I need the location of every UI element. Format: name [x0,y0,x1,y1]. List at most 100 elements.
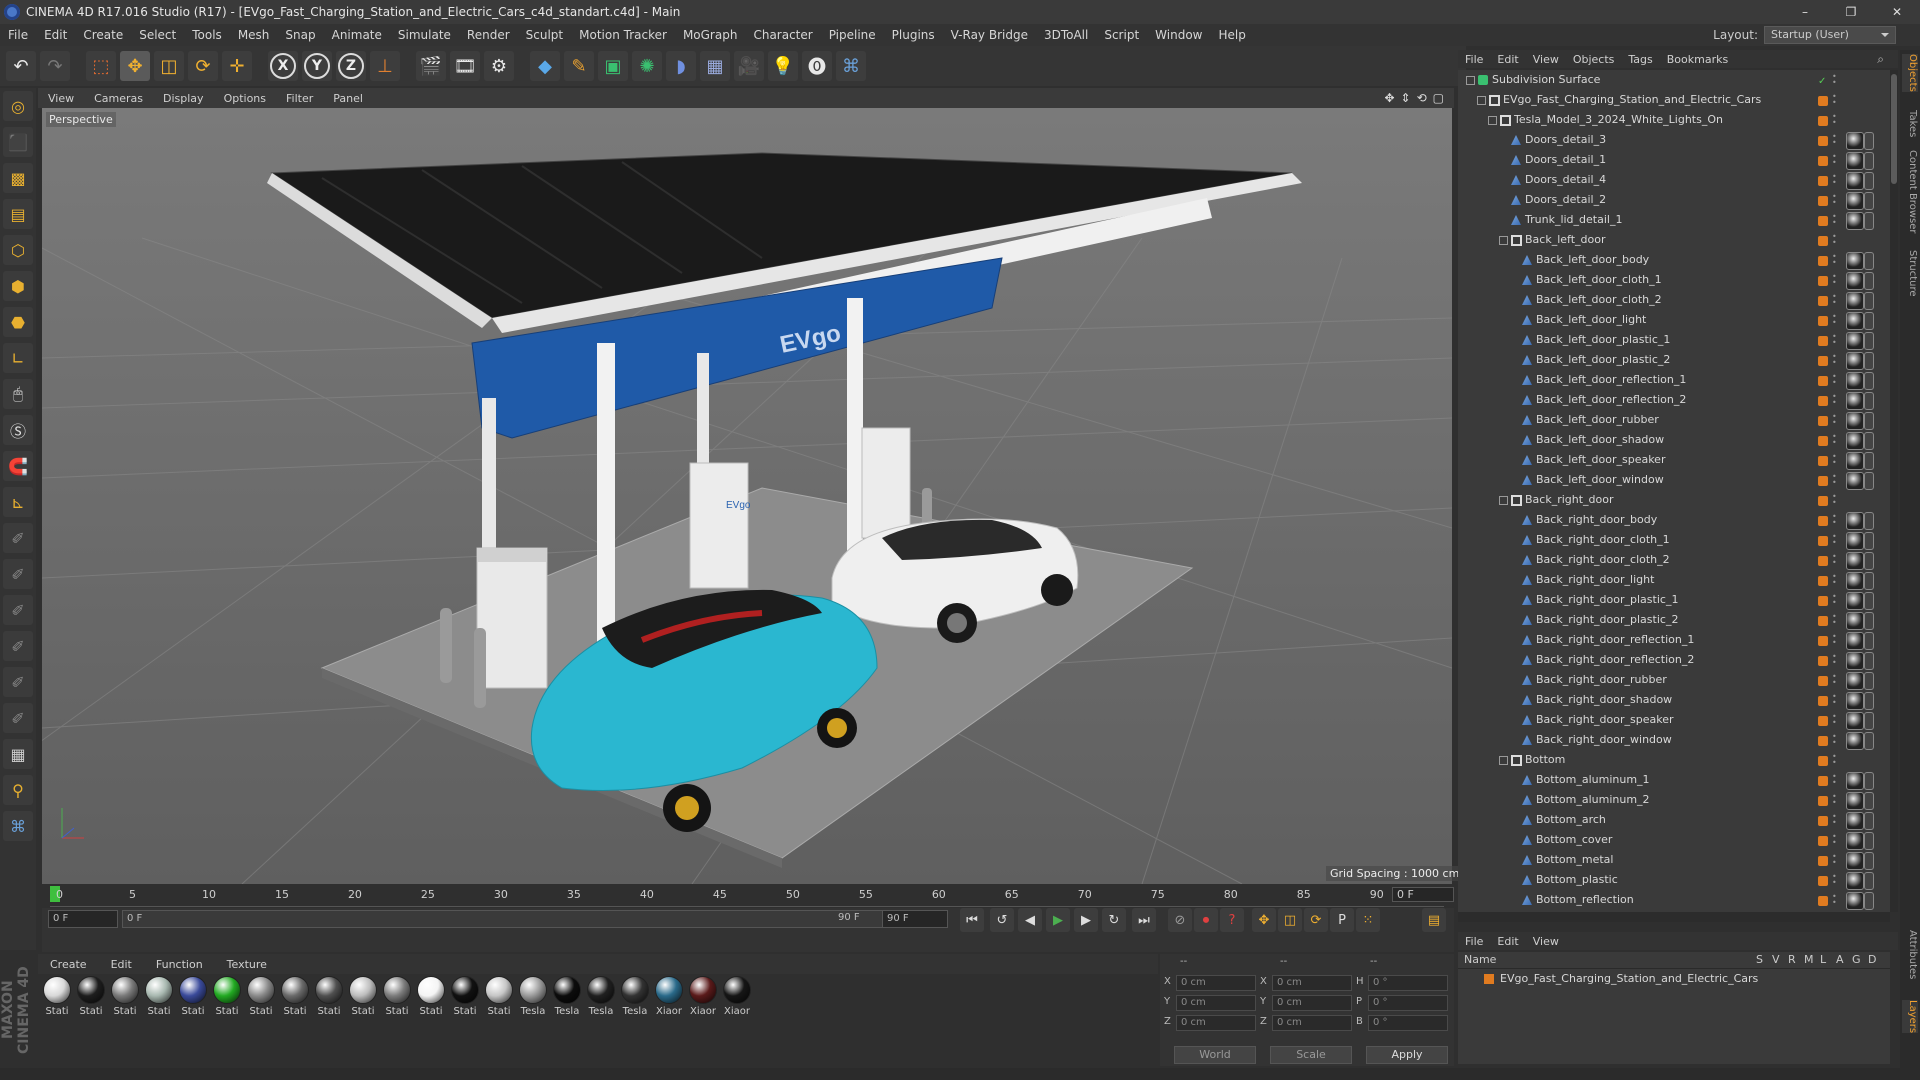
viewport-menu-panel[interactable]: Panel [323,92,373,105]
object-name[interactable]: EVgo_Fast_Charging_Station_and_Electric_… [1503,93,1761,106]
object-row[interactable]: Subdivision Surface ✓ • • [1458,70,1890,90]
layer-color-icon[interactable] [1818,396,1828,406]
material-swatch[interactable]: Tesla [552,976,582,1017]
object-row[interactable]: Doors_detail_4 • • [1458,170,1890,190]
material-swatch[interactable]: Stati [280,976,310,1017]
sculpt-inflate-button[interactable]: ✐ [3,667,33,697]
layer-color-icon[interactable] [1818,716,1828,726]
orbit-icon[interactable]: ⟲ [1417,91,1427,105]
material-menu-edit[interactable]: Edit [99,958,144,971]
material-tag-icon[interactable] [1846,392,1864,410]
material-swatch[interactable]: Xiaor [722,976,752,1017]
redo-button[interactable]: ↷ [40,51,70,81]
visibility-dots-icon[interactable]: • • [1832,713,1838,727]
object-row[interactable]: Doors_detail_3 • • [1458,130,1890,150]
objects-menu-bookmarks[interactable]: Bookmarks [1660,53,1735,66]
visibility-dots-icon[interactable]: • • [1832,213,1838,227]
uvw-tag-icon[interactable] [1864,592,1874,610]
object-row[interactable]: Bottom_plastic • • [1458,870,1890,890]
end-frame-field[interactable]: 90 F [882,910,948,928]
uvw-tag-icon[interactable] [1864,172,1874,190]
object-row[interactable]: Back_right_door • • [1458,490,1890,510]
object-name[interactable]: Bottom_cover [1536,833,1612,846]
object-name[interactable]: Back_left_door [1525,233,1606,246]
layer-color-icon[interactable] [1818,536,1828,546]
undo-button[interactable]: ↶ [6,51,36,81]
menu-mesh[interactable]: Mesh [230,28,278,42]
object-name[interactable]: Back_left_door_window [1536,473,1664,486]
objects-menu-file[interactable]: File [1458,53,1490,66]
move-tool-button[interactable]: ✥ [120,51,150,81]
uvw-tag-icon[interactable] [1864,792,1874,810]
visibility-dots-icon[interactable]: • • [1832,133,1838,147]
go-to-end-button[interactable]: ⏭ [1132,908,1156,932]
sculpt-smooth-button[interactable]: ✐ [3,595,33,625]
layers-menu-view[interactable]: View [1526,935,1566,948]
object-name[interactable]: Doors_detail_3 [1525,133,1606,146]
sculpt-grab-button[interactable]: ✐ [3,631,33,661]
array-button[interactable]: ✺ [632,51,662,81]
uvw-tag-icon[interactable] [1864,612,1874,630]
material-tag-icon[interactable] [1846,132,1864,150]
expand-toggle-icon[interactable] [1466,76,1475,85]
layer-color-icon[interactable] [1818,616,1828,626]
object-name[interactable]: Bottom_arch [1536,813,1606,826]
material-swatch[interactable]: Stati [212,976,242,1017]
visibility-dots-icon[interactable]: • • [1832,253,1838,267]
expand-toggle-icon[interactable] [1499,756,1508,765]
material-tag-icon[interactable] [1846,252,1864,270]
menu-animate[interactable]: Animate [324,28,390,42]
object-name[interactable]: Back_right_door_window [1536,733,1672,746]
tweak-mode-button[interactable]: 🖱 [3,379,33,409]
object-name[interactable]: Bottom_metal [1536,853,1613,866]
edges-mode-button[interactable]: ⬢ [3,271,33,301]
position-y-field[interactable]: 0 cm [1176,995,1256,1011]
layout-select[interactable]: Startup (User) [1764,26,1896,44]
menu-mograph[interactable]: MoGraph [675,28,746,42]
coordinate-mode-select[interactable]: World [1174,1046,1256,1064]
layer-color-icon[interactable] [1818,516,1828,526]
visibility-dots-icon[interactable]: • • [1832,813,1838,827]
material-swatch[interactable]: Stati [144,976,174,1017]
object-name[interactable]: Bottom [1525,753,1565,766]
size-y-field[interactable]: 0 cm [1272,995,1352,1011]
menu-sculpt[interactable]: Sculpt [518,28,571,42]
layer-color-icon[interactable] [1818,736,1828,746]
visibility-dots-icon[interactable]: • • [1832,433,1838,447]
object-name[interactable]: Back_left_door_plastic_2 [1536,353,1670,366]
uvw-tag-icon[interactable] [1864,432,1874,450]
uvw-tag-icon[interactable] [1864,372,1874,390]
material-swatch[interactable]: Stati [450,976,480,1017]
object-name[interactable]: Back_right_door_light [1536,573,1654,586]
visibility-dots-icon[interactable]: • • [1832,733,1838,747]
key-scale-button[interactable]: ◫ [1278,908,1302,932]
visibility-dots-icon[interactable]: • • [1832,233,1838,247]
material-tag-icon[interactable] [1846,332,1864,350]
subdivision-button[interactable]: ▣ [598,51,628,81]
object-row[interactable]: Back_right_door_rubber • • [1458,670,1890,690]
uvw-tag-icon[interactable] [1864,252,1874,270]
sculpt-pull-button[interactable]: ✐ [3,559,33,589]
layer-color-swatch[interactable] [1484,974,1494,984]
light-button[interactable]: 💡 [768,51,798,81]
visibility-dots-icon[interactable]: • • [1832,773,1838,787]
material-tag-icon[interactable] [1846,732,1864,750]
layer-color-icon[interactable] [1818,156,1828,166]
layer-color-icon[interactable] [1818,876,1828,886]
material-tag-icon[interactable] [1846,692,1864,710]
current-frame-field[interactable]: 0 F [1392,887,1454,902]
layer-color-icon[interactable] [1818,756,1828,766]
material-swatch[interactable]: Stati [246,976,276,1017]
y-axis-button[interactable]: Y [302,51,332,81]
object-name[interactable]: Tesla_Model_3_2024_White_Lights_On [1514,113,1723,126]
side-tab-attributes[interactable]: Attributes [1902,930,1918,979]
layers-menu-file[interactable]: File [1458,935,1490,948]
material-tag-icon[interactable] [1846,592,1864,610]
object-mode-button[interactable]: ⬛ [3,127,33,157]
object-row[interactable]: Bottom_cover • • [1458,830,1890,850]
minimize-button[interactable]: – [1782,0,1828,24]
scrollbar-thumb[interactable] [1891,74,1897,184]
uvw-tag-icon[interactable] [1864,472,1874,490]
object-row[interactable]: Back_left_door_body • • [1458,250,1890,270]
object-name[interactable]: Back_right_door [1525,493,1614,506]
